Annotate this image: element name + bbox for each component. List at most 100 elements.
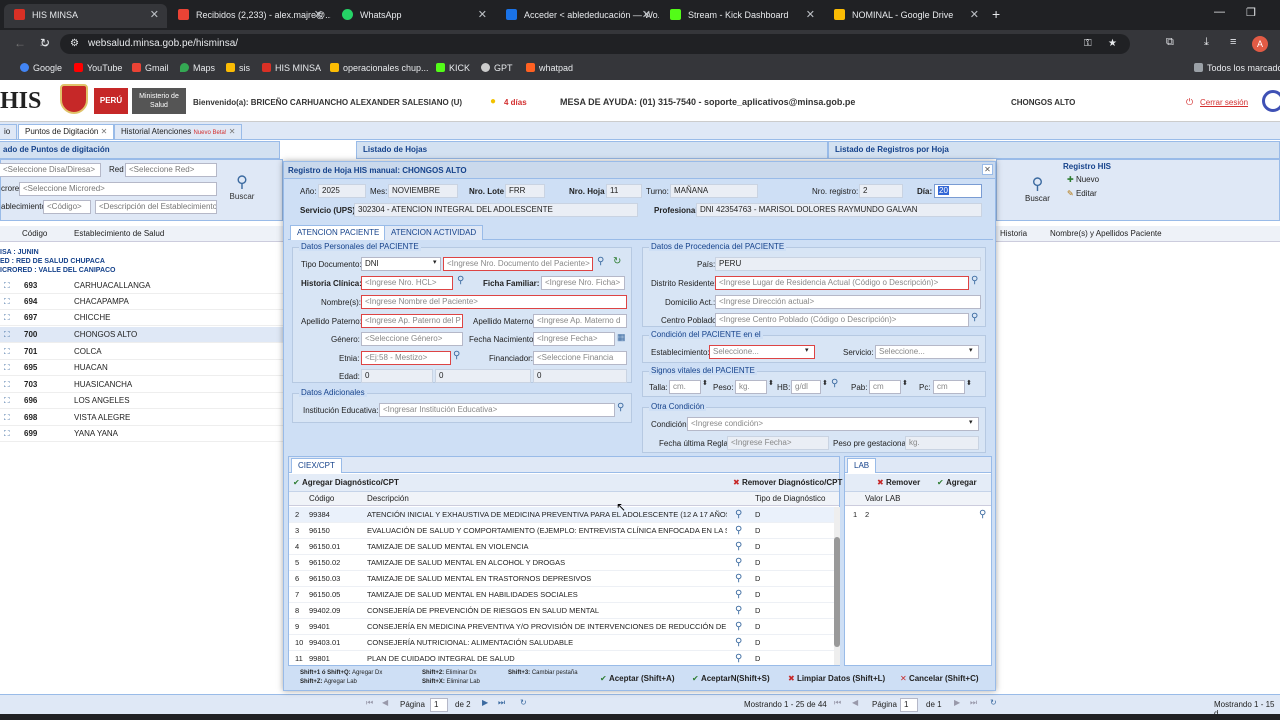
close-tab-icon[interactable]: ✕ xyxy=(642,4,651,26)
spinner-icon[interactable]: ⬍ xyxy=(702,379,708,387)
tab-lab[interactable]: LAB xyxy=(847,458,877,473)
add-diagnostico-button[interactable]: ✔ Agregar Diagnóstico/CPT xyxy=(293,478,399,487)
dia-input[interactable]: 20 xyxy=(934,184,982,198)
tipo-doc-select[interactable]: DNI xyxy=(361,257,441,271)
fur-input[interactable]: <Ingrese Fecha> xyxy=(727,436,829,450)
list-item[interactable]: ⛶ 694 CHACAPAMPA xyxy=(0,294,283,310)
browser-tab-whatsapp[interactable]: WhatsApp ✕ xyxy=(332,4,495,28)
domicilio-input[interactable]: <Ingrese Dirección actual> xyxy=(715,295,981,309)
microred-select[interactable]: <Seleccione Microred> xyxy=(19,182,217,196)
first-page-icon[interactable]: ⏮ xyxy=(366,698,373,708)
ap-paterno-input[interactable]: <Ingrese Ap. Paterno del P xyxy=(361,314,463,328)
browser-tab-his[interactable]: HIS MINSA ✕ xyxy=(4,4,167,28)
red-select[interactable]: <Seleccione Red> xyxy=(125,163,217,177)
browser-tab-drive[interactable]: NOMINAL - Google Drive ✕ xyxy=(824,4,987,28)
tab-ciex-cpt[interactable]: CIEX/CPT xyxy=(291,458,342,473)
hcl-input[interactable]: <Ingrese Nro. HCL> xyxy=(361,276,453,290)
chevron-down-icon[interactable]: ▾ xyxy=(433,258,437,266)
close-tab-icon[interactable]: ✕ xyxy=(970,4,979,26)
bookmark-operacionales[interactable]: operacionales chup... xyxy=(330,63,429,73)
nro-doc-input[interactable]: <Ingrese Nro. Documento del Paciente> xyxy=(443,257,593,271)
refresh-icon[interactable]: ↻ xyxy=(520,698,527,707)
editar-button[interactable]: ✎ Editar xyxy=(1067,189,1097,198)
search-icon[interactable]: ⚲ xyxy=(457,275,464,286)
centro-poblado-input[interactable]: <Ingrese Centro Poblado (Código o Descri… xyxy=(715,313,969,327)
refresh-icon[interactable]: ↻ xyxy=(990,698,997,707)
remove-lab-button[interactable]: ✖ Remover xyxy=(877,478,920,487)
close-tab-icon[interactable]: ✕ xyxy=(806,4,815,26)
list-item[interactable]: ⛶ 703 HUASICANCHA xyxy=(0,377,283,393)
bookmark-maps[interactable]: Maps xyxy=(180,63,215,73)
search-icon[interactable]: ⚲ xyxy=(617,402,624,413)
estab-code-input[interactable]: <Código> xyxy=(43,200,91,214)
tab-atencion-actividad[interactable]: ATENCION ACTIVIDAD xyxy=(384,225,484,240)
back-icon[interactable]: ← xyxy=(14,36,26,50)
pc-input[interactable]: cm xyxy=(933,380,965,394)
table-row[interactable]: 8 99402.09 CONSEJERÍA DE PREVENCIÓN DE RIE… xyxy=(289,603,835,619)
browser-tab-kick[interactable]: Stream - Kick Dashboard ✕ xyxy=(660,4,823,28)
talla-input[interactable]: cm. xyxy=(669,380,701,394)
bookmark-google[interactable]: Google xyxy=(20,63,62,73)
table-row[interactable]: 4 96150.01 TAMIZAJE DE SALUD MENTAL EN VIO… xyxy=(289,539,835,555)
ciex-scrollbar[interactable] xyxy=(834,507,840,665)
search-button[interactable]: ⚲ Buscar xyxy=(225,162,259,218)
spinner-icon[interactable]: ⬍ xyxy=(768,379,774,387)
list-item[interactable]: ⛶ 698 VISTA ALEGRE xyxy=(0,410,283,426)
spinner-icon[interactable]: ⬍ xyxy=(822,379,828,387)
next-page-icon[interactable]: ▶ xyxy=(954,698,960,707)
search-icon[interactable]: ⚲ xyxy=(453,350,460,361)
genero-select[interactable]: <Seleccione Género> xyxy=(361,332,463,346)
spinner-icon[interactable]: ⬍ xyxy=(966,379,972,387)
prev-page-icon[interactable]: ◀ xyxy=(852,698,858,707)
search-icon[interactable]: ⚲ xyxy=(971,275,978,286)
table-row[interactable]: 2 99384 ATENCIÓN INICIAL Y EXHAUSTIVA DE M… xyxy=(289,507,835,523)
limpiar-button[interactable]: ✖ Limpiar Datos (Shift+L) xyxy=(788,674,885,683)
aceptar-button[interactable]: ✔ Aceptar (Shift+A) xyxy=(600,674,675,683)
site-info-icon[interactable]: ⚙ xyxy=(70,34,79,54)
search-icon[interactable]: ⚲ xyxy=(971,312,978,323)
chevron-down-icon[interactable]: ▾ xyxy=(805,346,809,354)
otra-condicion-select[interactable]: <Ingrese condición> xyxy=(687,417,979,431)
bookmark-sis[interactable]: sis xyxy=(226,63,250,73)
menu-icon[interactable]: ≡ xyxy=(1230,36,1236,48)
etnia-input[interactable]: <Ej:58 - Mestizo> xyxy=(361,351,451,365)
list-item[interactable]: ⛶ 701 COLCA xyxy=(0,344,283,360)
bookmark-youtube[interactable]: YouTube xyxy=(74,63,122,73)
list-item-selected[interactable]: ⛶ 700 CHONGOS ALTO xyxy=(0,327,283,343)
maximize-icon[interactable]: ❐ xyxy=(1246,6,1256,19)
browser-tab-wordpress[interactable]: Acceder < ablededucación — Wo... ✕ xyxy=(496,4,659,28)
col-establecimiento[interactable]: Establecimiento de Salud xyxy=(74,229,164,238)
peso-input[interactable]: kg. xyxy=(735,380,767,394)
condicion-servicio-select[interactable]: Seleccione... xyxy=(875,345,979,359)
tab-historial-atenciones[interactable]: Historial Atenciones Nuevo Beta! ✕ xyxy=(114,124,243,139)
lab-row[interactable]: 1 2 ⚲ xyxy=(845,507,991,523)
bookmark-gmail[interactable]: Gmail xyxy=(132,63,169,73)
next-page-icon[interactable]: ▶ xyxy=(482,698,488,707)
refresh-icon[interactable]: ↻ xyxy=(613,256,621,267)
col-historia[interactable]: Historia xyxy=(1000,229,1027,238)
logout-link[interactable]: Cerrar sesión xyxy=(1200,98,1248,107)
table-row[interactable]: 6 96150.03 TAMIZAJE DE SALUD MENTAL EN TRA… xyxy=(289,571,835,587)
reload-icon[interactable]: ↻ xyxy=(40,36,50,50)
nombres-input[interactable]: <Ingrese Nombre del Paciente> xyxy=(361,295,627,309)
first-page-icon[interactable]: ⏮ xyxy=(834,698,841,708)
col-codigo[interactable]: Código xyxy=(22,229,47,238)
list-item[interactable]: ⛶ 699 YANA YANA xyxy=(0,426,283,442)
prev-page-icon[interactable]: ◀ xyxy=(382,698,388,707)
chevron-down-icon[interactable]: ▾ xyxy=(969,418,973,426)
close-tab-icon[interactable]: ✕ xyxy=(101,127,108,136)
last-page-icon[interactable]: ⏭ xyxy=(970,698,977,708)
tab-atencion-paciente[interactable]: ATENCION PACIENTE xyxy=(290,225,387,240)
search-icon[interactable]: ⚲ xyxy=(597,256,604,267)
cancelar-button[interactable]: ✕ Cancelar (Shift+C) xyxy=(900,674,979,683)
table-row[interactable]: 9 99401 CONSEJERÍA EN MEDICINA PREVENTIVA … xyxy=(289,619,835,635)
scrollbar-thumb[interactable] xyxy=(834,537,840,647)
financiador-select[interactable]: <Seleccione Financia xyxy=(533,351,627,365)
table-row[interactable]: 3 96150 EVALUACIÓN DE SALUD Y COMPORTAMIEN… xyxy=(289,523,835,539)
estab-desc-input[interactable]: <Descripción del Establecimiento> xyxy=(95,200,217,214)
chevron-down-icon[interactable]: ▾ xyxy=(969,346,973,354)
close-tab-icon[interactable]: ✕ xyxy=(150,4,159,26)
spinner-icon[interactable]: ⬍ xyxy=(902,379,908,387)
fecha-nacimiento-input[interactable]: <Ingrese Fecha> xyxy=(533,332,615,346)
col-valor-lab[interactable]: Valor LAB xyxy=(865,494,900,503)
